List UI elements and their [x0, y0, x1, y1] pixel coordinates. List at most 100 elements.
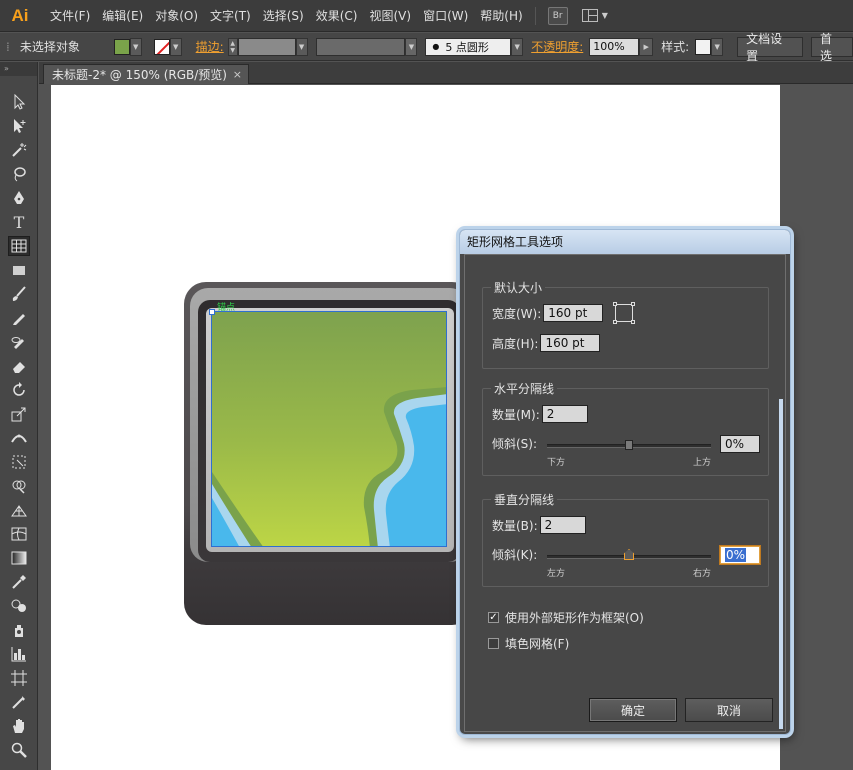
menu-effect[interactable]: 效果(C) — [310, 7, 364, 24]
column-graph-tool-icon[interactable] — [8, 644, 30, 664]
vertical-skew-row: 倾斜(K): — [492, 546, 537, 563]
cancel-button[interactable]: 取消 — [685, 698, 773, 722]
rectangular-grid-tool-icon[interactable] — [8, 236, 30, 256]
opacity-field[interactable]: 100% — [589, 37, 640, 56]
app-logo: Ai — [11, 5, 29, 25]
menu-file[interactable]: 文件(F) — [44, 7, 96, 24]
direct-selection-tool-icon[interactable] — [8, 116, 30, 136]
selection-tool-icon[interactable] — [8, 92, 30, 112]
stroke-weight-spinner[interactable]: ▲ ▼ — [227, 37, 238, 56]
blob-brush-tool-icon[interactable] — [8, 332, 30, 352]
pen-tool-icon[interactable] — [8, 188, 30, 208]
horizontal-count-row: 数量(M): 2 — [492, 405, 588, 423]
symbol-sprayer-tool-icon[interactable] — [8, 620, 30, 640]
pencil-tool-icon[interactable] — [8, 308, 30, 328]
vertical-skew-value: 0% — [725, 548, 747, 562]
checkmark-icon[interactable]: ✓ — [488, 612, 499, 623]
menu-select[interactable]: 选择(S) — [257, 7, 310, 24]
magic-wand-tool-icon[interactable] — [8, 140, 30, 160]
horizontal-skew-label: 倾斜(S): — [492, 437, 538, 451]
rectangle-tool-icon[interactable] — [8, 260, 30, 280]
anchor-point[interactable] — [209, 309, 215, 315]
graphic-style-swatch[interactable] — [695, 38, 712, 55]
slice-tool-icon[interactable] — [8, 692, 30, 712]
brush-definition[interactable]: ● 5 点圆形 — [425, 37, 512, 56]
vertical-skew-slider[interactable] — [547, 549, 711, 560]
fill-swatch-dropdown[interactable]: ▼ — [113, 37, 142, 56]
lasso-tool-icon[interactable] — [8, 164, 30, 184]
eraser-tool-icon[interactable] — [8, 356, 30, 376]
horizontal-skew-input[interactable]: 0% — [720, 435, 760, 453]
free-transform-tool-icon[interactable] — [8, 452, 30, 472]
chevron-right-icon[interactable]: ▶ — [639, 37, 654, 56]
stroke-none-swatch[interactable] — [153, 38, 170, 55]
anchor-hint-label: 锚点 — [217, 303, 236, 313]
hand-tool-icon[interactable] — [8, 716, 30, 736]
workspace-switcher[interactable]: ▼ — [581, 9, 608, 22]
horizontal-dividers-legend: 水平分隔线 — [491, 380, 558, 397]
document-setup-button[interactable]: 文档设置 — [737, 32, 804, 63]
horizontal-skew-slider[interactable] — [547, 440, 711, 450]
dialog-body: 默认大小 宽度(W): 160 pt 高度(H): 160 pt 水平分隔线 数… — [464, 254, 786, 732]
shape-builder-tool-icon[interactable] — [8, 476, 30, 496]
selection-status: 未选择对象 — [19, 40, 80, 54]
map-water-shapes — [212, 387, 446, 546]
stroke-label-link[interactable]: 描边: — [196, 38, 224, 55]
menu-help[interactable]: 帮助(H) — [474, 7, 528, 24]
gradient-tool-icon[interactable] — [8, 548, 30, 568]
paintbrush-tool-icon[interactable] — [8, 284, 30, 304]
chevron-down-icon[interactable]: ▼ — [405, 37, 418, 56]
rotate-tool-icon[interactable] — [8, 380, 30, 400]
dialog-edge-highlight — [779, 399, 783, 729]
stroke-swatch-dropdown[interactable]: ▼ — [153, 37, 182, 56]
eyedropper-tool-icon[interactable] — [8, 572, 30, 592]
chevron-down-icon[interactable]: ▼ — [129, 37, 142, 56]
artboard-tool-icon[interactable] — [8, 668, 30, 688]
type-tool-icon[interactable]: T — [8, 212, 30, 232]
dialog-title[interactable]: 矩形网格工具选项 — [460, 230, 790, 254]
horizontal-dividers-group: 水平分隔线 数量(M): 2 倾斜(S): 0% 下方 上方 — [482, 380, 769, 476]
chevron-down-icon[interactable]: ▼ — [169, 37, 182, 56]
height-input[interactable]: 160 pt — [540, 334, 601, 352]
close-icon[interactable]: × — [233, 68, 242, 81]
width-tool-icon[interactable] — [8, 428, 30, 448]
vertical-skew-input[interactable]: 0% — [720, 546, 760, 564]
round-brush-icon: ● — [432, 42, 440, 51]
width-input[interactable]: 160 pt — [543, 304, 604, 322]
use-outer-rect-option[interactable]: ✓ 使用外部矩形作为框架(O) — [488, 609, 644, 626]
device-illustration[interactable]: 锚点 — [184, 282, 474, 625]
slider-thumb[interactable] — [625, 440, 633, 450]
fill-grid-label: 填色网格(F) — [505, 637, 570, 651]
perspective-grid-tool-icon[interactable] — [8, 500, 30, 520]
menu-type[interactable]: 文字(T) — [204, 7, 257, 24]
stroke-weight-field[interactable] — [237, 37, 296, 56]
fill-grid-checkbox[interactable] — [488, 638, 499, 649]
fill-grid-option[interactable]: 填色网格(F) — [488, 635, 569, 652]
variable-width-profile[interactable] — [315, 37, 406, 56]
fill-swatch[interactable] — [113, 38, 130, 55]
chevron-down-icon[interactable]: ▼ — [295, 37, 308, 56]
chevron-down-icon[interactable]: ▼ — [711, 37, 724, 56]
document-tab[interactable]: 未标题-2* @ 150% (RGB/预览) × — [43, 64, 249, 84]
ok-button[interactable]: 确定 — [589, 698, 677, 722]
vertical-count-input[interactable]: 2 — [539, 516, 586, 534]
horizontal-count-input[interactable]: 2 — [541, 405, 588, 423]
reference-point-icon[interactable] — [613, 302, 636, 324]
preferences-button[interactable]: 首选 — [811, 32, 853, 63]
menu-edit[interactable]: 编辑(E) — [96, 7, 149, 24]
map-screen[interactable] — [211, 311, 447, 547]
mesh-tool-icon[interactable] — [8, 524, 30, 544]
menu-view[interactable]: 视图(V) — [363, 7, 417, 24]
control-bar: ⁞ 未选择对象 ▼ ▼ 描边: ▲ ▼ ▼ ▼ ● 5 点圆形 ▼ 不透明度: 1… — [0, 32, 853, 63]
bridge-button[interactable]: Br — [547, 6, 568, 25]
zoom-tool-icon[interactable] — [8, 740, 30, 760]
scale-tool-icon[interactable] — [8, 404, 30, 424]
chevron-down-icon[interactable]: ▼ — [511, 37, 524, 56]
rectangular-grid-options-dialog: 矩形网格工具选项 默认大小 宽度(W): 160 pt 高度(H): 160 p… — [459, 229, 791, 735]
blend-tool-icon[interactable] — [8, 596, 30, 616]
menu-object[interactable]: 对象(O) — [149, 7, 204, 24]
opacity-label-link[interactable]: 不透明度: — [531, 38, 583, 55]
menu-window[interactable]: 窗口(W) — [417, 7, 474, 24]
panel-collapse-icon[interactable]: » — [0, 62, 37, 76]
slider-thumb[interactable] — [624, 549, 634, 560]
